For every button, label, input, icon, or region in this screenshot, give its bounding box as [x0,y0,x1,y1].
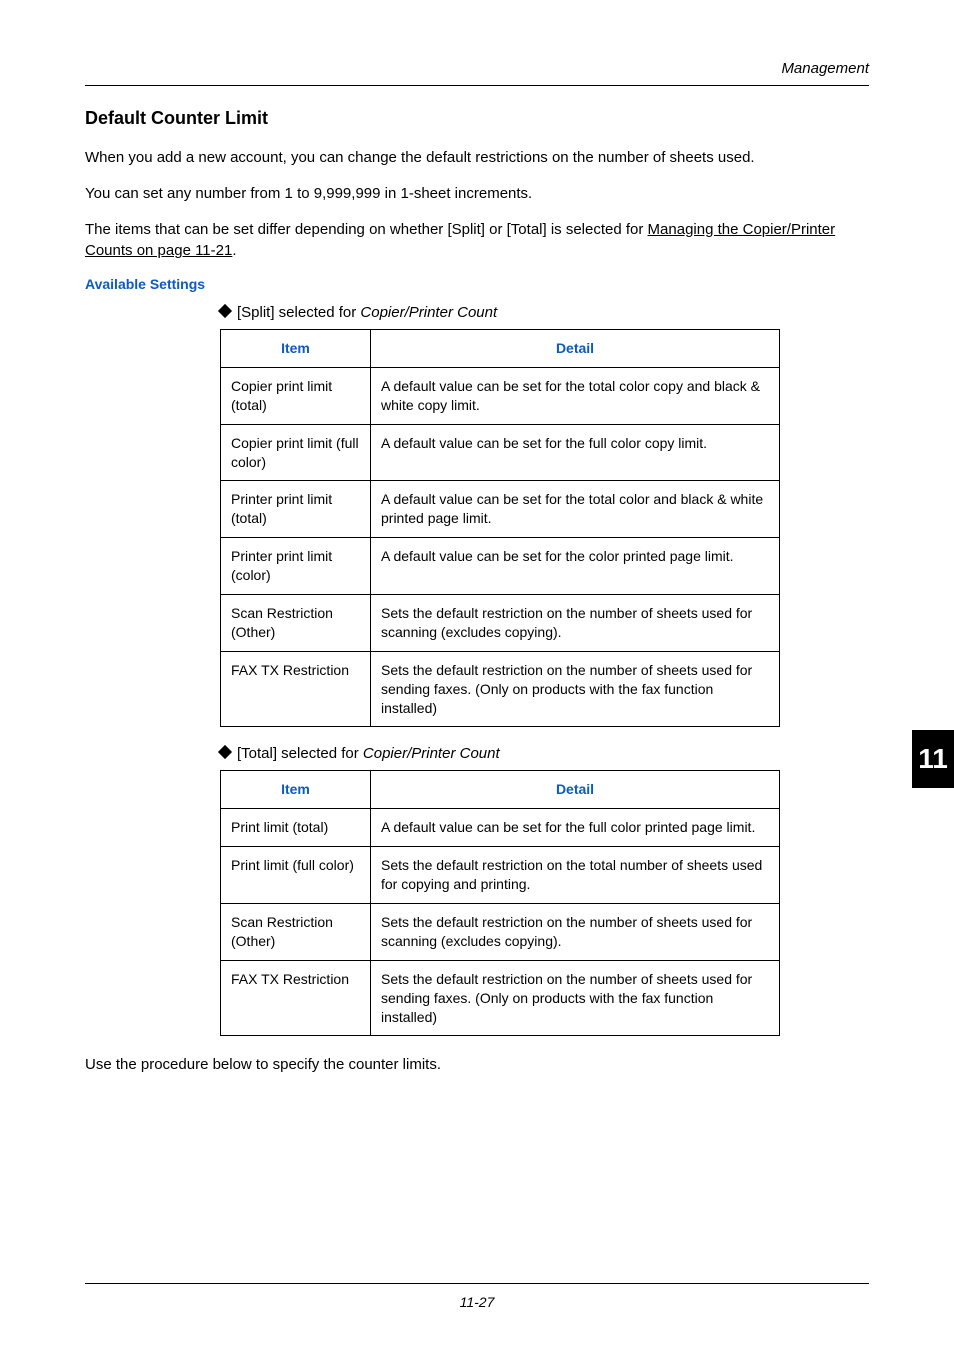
cell-detail: A default value can be set for the total… [371,481,780,538]
cell-detail: Sets the default restriction on the numb… [371,960,780,1036]
cell-detail: Sets the default restriction on the numb… [371,904,780,961]
cell-item: Printer print limit (color) [221,538,371,595]
intro-3-tail: . [232,242,236,259]
cell-detail: A default value can be set for the total… [371,367,780,424]
intro-paragraph-3: The items that can be set differ dependi… [85,219,869,263]
page-footer: 11-27 [85,1283,869,1310]
section-title: Default Counter Limit [85,108,869,129]
table-row: Printer print limit (total)A default val… [221,481,780,538]
total-settings-table: Item Detail Print limit (total)A default… [220,770,780,1036]
col-detail: Detail [371,330,780,368]
cell-item: Copier print limit (full color) [221,424,371,481]
cell-detail: Sets the default restriction on the numb… [371,595,780,652]
table-row: Print limit (full color)Sets the default… [221,847,780,904]
bullet-split-em: Copier/Printer Count [360,304,497,321]
diamond-bullet-icon [218,745,232,759]
intro-paragraph-2: You can set any number from 1 to 9,999,9… [85,183,869,205]
table-row: Print limit (total)A default value can b… [221,809,780,847]
cell-item: Print limit (total) [221,809,371,847]
closing-paragraph: Use the procedure below to specify the c… [85,1054,869,1076]
table-header-row: Item Detail [221,771,780,809]
cell-item: Copier print limit (total) [221,367,371,424]
cell-detail: Sets the default restriction on the numb… [371,651,780,727]
cell-detail: A default value can be set for the full … [371,424,780,481]
cell-item: Print limit (full color) [221,847,371,904]
cell-item: Printer print limit (total) [221,481,371,538]
bullet-split-text: [Split] selected for [237,304,360,321]
split-settings-table: Item Detail Copier print limit (total)A … [220,329,780,727]
cell-detail: Sets the default restriction on the tota… [371,847,780,904]
cell-detail: A default value can be set for the full … [371,809,780,847]
cell-item: Scan Restriction (Other) [221,904,371,961]
table-row: Copier print limit (total)A default valu… [221,367,780,424]
cell-item: FAX TX Restriction [221,960,371,1036]
page-number: 11-27 [85,1294,869,1310]
bullet-split: [Split] selected for Copier/Printer Coun… [220,304,839,321]
table-row: Printer print limit (color)A default val… [221,538,780,595]
cell-item: Scan Restriction (Other) [221,595,371,652]
bullet-total: [Total] selected for Copier/Printer Coun… [220,745,839,762]
cell-item: FAX TX Restriction [221,651,371,727]
diamond-bullet-icon [218,304,232,318]
intro-paragraph-1: When you add a new account, you can chan… [85,147,869,169]
header-rule [85,85,869,86]
table-row: FAX TX RestrictionSets the default restr… [221,960,780,1036]
col-item: Item [221,771,371,809]
footer-rule [85,1283,869,1284]
intro-3-text: The items that can be set differ dependi… [85,221,648,238]
bullet-total-text: [Total] selected for [237,745,363,762]
chapter-side-tab: 11 [912,730,954,788]
cell-detail: A default value can be set for the color… [371,538,780,595]
table-row: Scan Restriction (Other)Sets the default… [221,595,780,652]
table-header-row: Item Detail [221,330,780,368]
table-row: Copier print limit (full color)A default… [221,424,780,481]
available-settings-heading: Available Settings [85,276,869,292]
running-header: Management [85,60,869,77]
table-row: FAX TX RestrictionSets the default restr… [221,651,780,727]
table-row: Scan Restriction (Other)Sets the default… [221,904,780,961]
bullet-total-em: Copier/Printer Count [363,745,500,762]
col-detail: Detail [371,771,780,809]
col-item: Item [221,330,371,368]
